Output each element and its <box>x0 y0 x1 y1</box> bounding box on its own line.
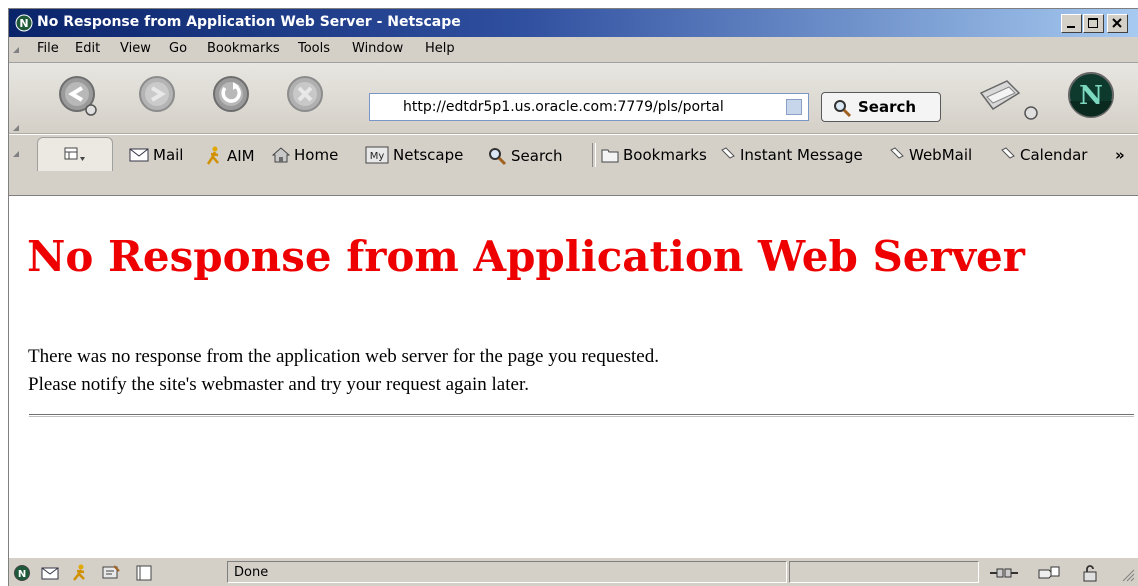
personal-item-instant-message[interactable]: Instant Message <box>720 146 863 164</box>
personal-item-label: Netscape <box>393 146 464 164</box>
personal-item-home[interactable]: Home <box>272 146 338 164</box>
location-dropdown-icon[interactable] <box>786 99 802 115</box>
mail-icon[interactable] <box>41 564 59 582</box>
personal-item-label: Mail <box>153 146 184 164</box>
personal-item-bookmarks[interactable]: Bookmarks <box>601 146 707 164</box>
page-title: No Response from Application Web Server <box>27 232 1025 281</box>
magnifier-icon <box>489 148 507 166</box>
personal-toolbar: Mail AIM Home My Netscape Search Bookmar… <box>9 134 1138 171</box>
close-button[interactable] <box>1107 14 1128 33</box>
menu-edit[interactable]: Edit <box>75 41 100 56</box>
svg-text:N: N <box>19 17 28 30</box>
my-netscape-icon: My <box>365 146 389 164</box>
status-text: Done <box>234 565 269 580</box>
toolbar-grip-icon[interactable] <box>13 151 19 157</box>
security-lock-icon[interactable] <box>1081 564 1099 582</box>
online-connection-icon[interactable] <box>989 564 1019 582</box>
bookmark-link-icon <box>890 147 904 159</box>
netscape-logo-icon: N <box>15 14 33 32</box>
maximize-button[interactable] <box>1083 14 1104 33</box>
toolbar-grip-icon[interactable] <box>13 125 19 131</box>
mail-icon <box>129 148 149 162</box>
personal-item-aim[interactable]: AIM <box>205 146 255 166</box>
cookie-icon[interactable] <box>1037 564 1061 582</box>
bookmark-link-icon <box>721 147 735 159</box>
menu-file[interactable]: File <box>37 41 59 56</box>
svg-text:N: N <box>18 569 26 580</box>
print-button[interactable] <box>977 79 1043 123</box>
bookmarks-folder-icon <box>601 149 619 163</box>
location-url[interactable]: http://edtdr5p1.us.oracle.com:7779/pls/p… <box>403 99 724 115</box>
resize-grip-icon[interactable] <box>1119 566 1135 582</box>
personal-item-label: WebMail <box>909 146 973 164</box>
sidebar-tab[interactable] <box>37 137 113 171</box>
svg-text:N: N <box>1079 81 1103 111</box>
personal-item-search[interactable]: Search <box>487 146 563 166</box>
search-button[interactable]: Search <box>821 92 941 122</box>
menu-help[interactable]: Help <box>425 41 455 56</box>
address-book-icon[interactable] <box>135 564 153 582</box>
navigation-toolbar: http://edtdr5p1.us.oracle.com:7779/pls/p… <box>9 63 1138 171</box>
browser-window: N No Response from Application Web Serve… <box>8 8 1138 586</box>
menu-view[interactable]: View <box>120 41 151 56</box>
home-icon <box>272 147 290 163</box>
navigation-row: http://edtdr5p1.us.oracle.com:7779/pls/p… <box>9 63 1138 134</box>
personal-item-label: Home <box>294 146 339 164</box>
minimize-button[interactable] <box>1061 14 1082 33</box>
title-bar[interactable]: N No Response from Application Web Serve… <box>9 9 1138 37</box>
maximize-icon <box>1088 18 1098 28</box>
horizontal-rule <box>29 414 1134 417</box>
personal-item-mail[interactable]: Mail <box>129 146 183 164</box>
page-message-line-1: There was no response from the applicati… <box>28 346 659 367</box>
location-field[interactable]: http://edtdr5p1.us.oracle.com:7779/pls/p… <box>369 93 809 121</box>
personal-item-label: AIM <box>227 147 255 165</box>
personal-item-label: Search <box>511 147 563 165</box>
page-message-line-2: Please notify the site's webmaster and t… <box>28 374 529 395</box>
toolbar-separator <box>592 143 596 167</box>
menu-tools[interactable]: Tools <box>298 41 330 56</box>
menu-bar: File Edit View Go Bookmarks Tools Window… <box>9 37 1138 63</box>
navigator-icon[interactable]: N <box>13 564 31 582</box>
composer-icon[interactable] <box>102 564 120 582</box>
status-bar: N Done <box>9 557 1138 586</box>
toolbar-grip-icon[interactable] <box>13 47 19 53</box>
forward-button[interactable] <box>135 74 179 118</box>
minimize-icon <box>1067 26 1075 28</box>
menu-bookmarks[interactable]: Bookmarks <box>207 41 280 56</box>
close-icon <box>1112 18 1122 28</box>
personal-item-label: Calendar <box>1020 146 1088 164</box>
toolbar-overflow-chevron[interactable]: » <box>1115 146 1125 164</box>
personal-item-netscape[interactable]: My Netscape <box>365 146 463 164</box>
back-button[interactable] <box>55 74 99 118</box>
netscape-throbber-icon[interactable]: N <box>1067 71 1115 119</box>
aim-running-man-icon[interactable] <box>71 564 89 582</box>
bookmark-link-icon <box>1001 147 1015 159</box>
search-button-label: Search <box>858 98 917 116</box>
personal-item-label: Bookmarks <box>623 146 707 164</box>
reload-button[interactable] <box>209 74 253 118</box>
status-progress-field <box>789 561 979 583</box>
magnifier-icon <box>834 100 852 118</box>
page-content: No Response from Application Web Server … <box>9 195 1138 558</box>
personal-item-calendar[interactable]: Calendar <box>1000 146 1087 164</box>
aim-running-man-icon <box>206 146 219 165</box>
menu-go[interactable]: Go <box>169 41 187 56</box>
menu-window[interactable]: Window <box>352 41 403 56</box>
stop-button[interactable] <box>283 74 327 118</box>
status-message-field <box>227 561 787 583</box>
window-title: No Response from Application Web Server … <box>37 14 461 30</box>
personal-item-webmail[interactable]: WebMail <box>889 146 972 164</box>
personal-item-label: Instant Message <box>740 146 863 164</box>
sidebar-toggle-icon <box>64 147 85 161</box>
svg-text:My: My <box>370 151 385 162</box>
